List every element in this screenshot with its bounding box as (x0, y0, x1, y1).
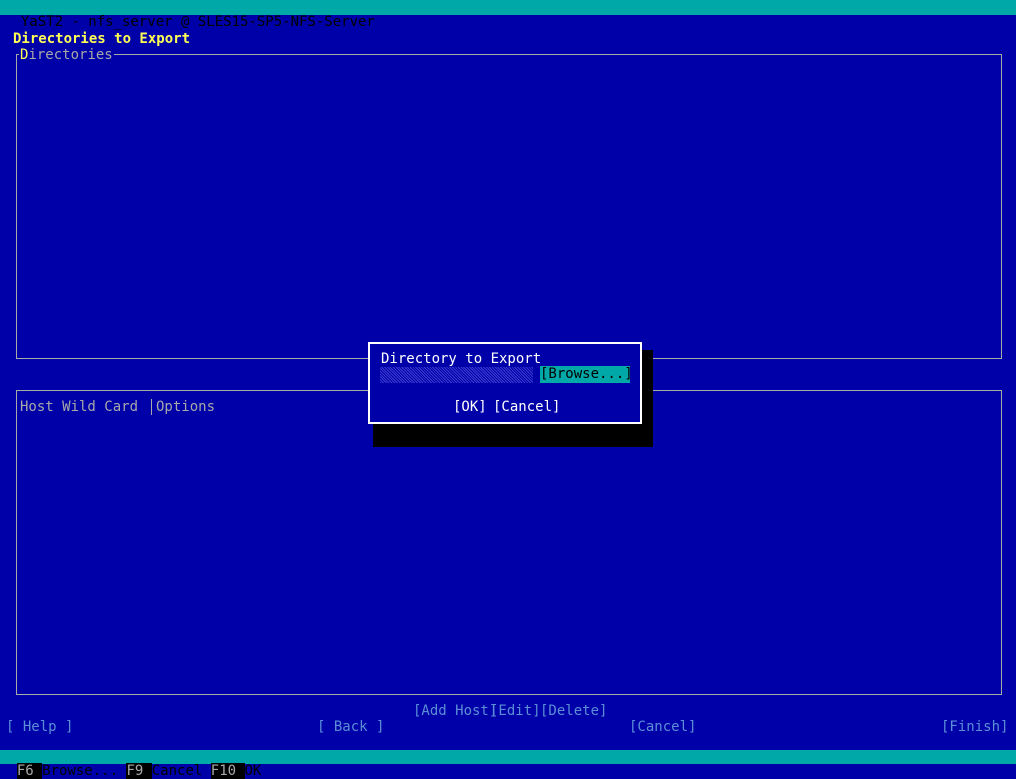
dialog-shadow-bottom (373, 424, 653, 447)
window-title-bar: YaST2 - nfs_server @ SLES15-SP5-NFS-Serv… (0, 0, 1016, 30)
edit-button[interactable]: [Edit] (490, 703, 541, 719)
directory-input[interactable] (380, 367, 533, 383)
function-key-bar: F6 Browse... F9 Cancel F10 OK (0, 750, 1016, 779)
window-title: YaST2 - nfs_server @ SLES15-SP5-NFS-Serv… (20, 14, 375, 30)
directories-list[interactable] (16, 54, 1002, 359)
back-button[interactable]: [ Back ] (317, 719, 384, 735)
page-title: Directories to Export (13, 31, 191, 47)
column-header-host-wild-card[interactable]: Host Wild Card (20, 399, 138, 415)
fkey-f10-label[interactable]: OK (245, 763, 262, 779)
column-separator (151, 399, 152, 415)
fkey-f9[interactable]: F9 (126, 763, 144, 779)
finish-button[interactable]: [Finish] (941, 719, 1008, 735)
dialog-cancel-button[interactable]: [Cancel] (493, 399, 560, 415)
directories-frame-label: Directories (19, 47, 114, 63)
fkey-f10[interactable]: F10 (210, 763, 237, 779)
browse-button[interactable]: [Browse...] (540, 366, 633, 383)
ok-button[interactable]: [OK] (453, 399, 487, 415)
directories-label-rest: irectories (28, 47, 113, 63)
column-header-options[interactable]: Options (156, 399, 215, 415)
fkey-f9-label[interactable]: Cancel (152, 763, 203, 779)
delete-button[interactable]: [Delete] (540, 703, 607, 719)
fkey-f6[interactable]: F6 (16, 763, 34, 779)
fkey-f6-label[interactable]: Browse... (42, 763, 118, 779)
dialog-label: Directory to Export (381, 351, 542, 367)
add-host-button[interactable]: [Add Host] (413, 703, 497, 719)
help-button[interactable]: [ Help ] (6, 719, 73, 735)
cancel-button[interactable]: [Cancel] (629, 719, 696, 735)
